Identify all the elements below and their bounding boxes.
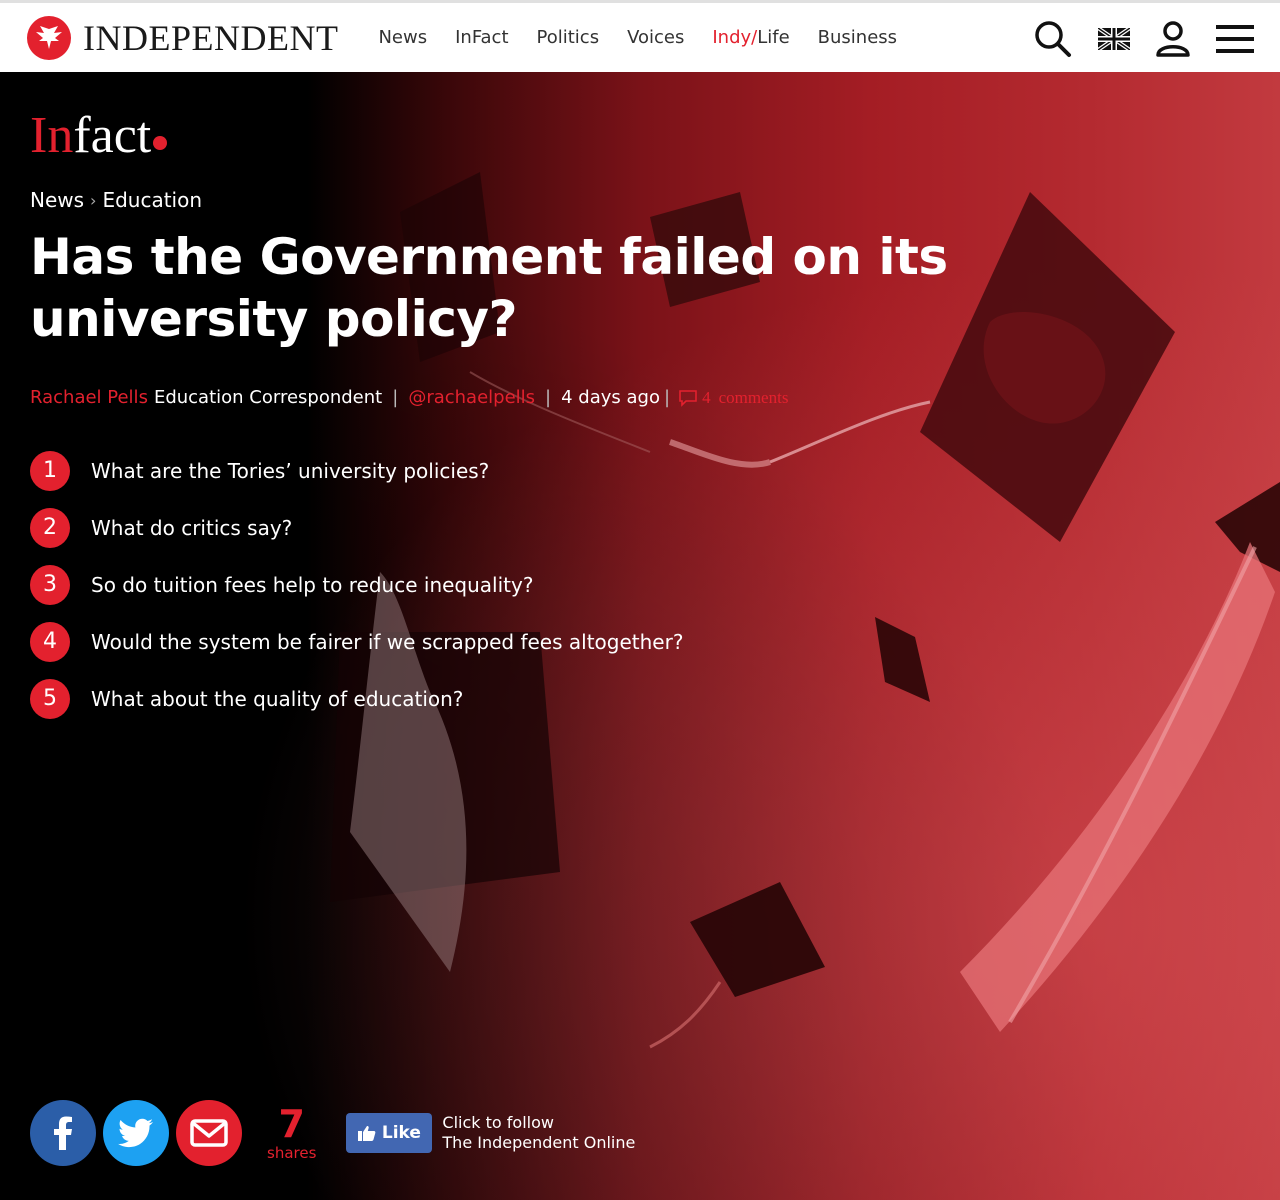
toc-item[interactable]: 2 What do critics say? xyxy=(30,499,683,556)
comment-label: comments xyxy=(718,387,789,407)
toc-number: 2 xyxy=(30,507,70,548)
search-icon[interactable] xyxy=(1034,20,1072,58)
nav-item-business[interactable]: Business xyxy=(818,27,897,48)
nav-item-indy-label: Indy/ xyxy=(712,27,758,48)
toc-item[interactable]: 3 So do tuition fees help to reduce ineq… xyxy=(30,556,683,613)
main-nav: News InFact Politics Voices Indy/Life Bu… xyxy=(378,27,925,48)
nav-item-news[interactable]: News xyxy=(378,27,427,48)
infact-wordmark-red: In xyxy=(30,107,74,164)
facebook-share-button[interactable] xyxy=(30,1100,96,1166)
nav-item-indy-life[interactable]: Indy/Life xyxy=(712,27,789,48)
toc-number: 5 xyxy=(30,678,70,719)
breadcrumb-education[interactable]: Education xyxy=(102,188,202,212)
comment-bubble-icon xyxy=(679,389,697,407)
email-icon xyxy=(190,1119,228,1147)
byline-divider: | xyxy=(545,387,552,408)
toc-question: What about the quality of education? xyxy=(91,686,464,711)
infact-logo-dot-icon xyxy=(153,136,168,150)
author-role: Education Correspondent xyxy=(153,387,383,408)
follow-prompt: Click to follow The Independent Online xyxy=(442,1113,635,1153)
toc-number: 1 xyxy=(30,450,70,491)
article-table-of-contents: 1 What are the Tories’ university polici… xyxy=(30,442,683,727)
toc-item[interactable]: 1 What are the Tories’ university polici… xyxy=(30,442,683,499)
nav-item-infact[interactable]: InFact xyxy=(455,27,508,48)
nav-item-politics[interactable]: Politics xyxy=(537,27,600,48)
byline-divider: | xyxy=(392,387,399,408)
author-name[interactable]: Rachael Pells xyxy=(30,387,148,408)
article-byline: Rachael Pells Education Correspondent | … xyxy=(30,387,788,408)
comments-link[interactable]: 4 comments xyxy=(678,388,788,408)
share-bar: 7 shares Like Click to follow The Indepe… xyxy=(30,1100,635,1166)
user-icon[interactable] xyxy=(1156,21,1190,57)
infact-wordmark-rest: fact xyxy=(73,107,152,164)
share-count-label: shares xyxy=(267,1144,317,1162)
follow-line-1: Click to follow xyxy=(442,1113,554,1132)
infact-logo[interactable]: Infact xyxy=(30,106,168,165)
toc-item[interactable]: 4 Would the system be fairer if we scrap… xyxy=(30,613,683,670)
twitter-handle[interactable]: @rachaelpells xyxy=(408,387,535,408)
eagle-logo-icon xyxy=(27,15,71,60)
facebook-like-button[interactable]: Like xyxy=(346,1113,433,1153)
share-count: 7 shares xyxy=(267,1104,316,1162)
brand-name: INDEPENDENT xyxy=(83,17,339,58)
uk-flag-icon[interactable] xyxy=(1098,28,1130,50)
infact-wordmark: Infact xyxy=(30,106,151,165)
publish-time: 4 days ago xyxy=(561,387,660,408)
top-navigation-bar: INDEPENDENT News InFact Politics Voices … xyxy=(0,0,1280,72)
twitter-icon xyxy=(118,1118,153,1148)
follow-line-2: The Independent Online xyxy=(442,1133,636,1152)
facebook-icon xyxy=(54,1116,72,1150)
article-hero: Infact News › Education Has the Governme… xyxy=(0,72,1280,1200)
toc-question: Would the system be fairer if we scrappe… xyxy=(91,629,684,654)
byline-divider: | xyxy=(663,387,671,408)
toc-item[interactable]: 5 What about the quality of education? xyxy=(30,670,683,727)
comment-count: 4 xyxy=(702,387,711,407)
breadcrumb-news[interactable]: News xyxy=(30,188,84,212)
nav-item-life-label: Life xyxy=(757,27,790,48)
twitter-share-button[interactable] xyxy=(103,1100,169,1166)
toc-question: So do tuition fees help to reduce inequa… xyxy=(91,572,534,597)
email-share-button[interactable] xyxy=(176,1100,242,1166)
site-logo[interactable]: INDEPENDENT xyxy=(27,15,339,60)
toc-number: 4 xyxy=(30,621,70,662)
article-headline: Has the Government failed on its univers… xyxy=(30,228,948,348)
share-count-number: 7 xyxy=(278,1102,305,1146)
breadcrumb-separator: › xyxy=(90,190,97,210)
thumbs-up-icon xyxy=(357,1126,376,1141)
breadcrumb: News › Education xyxy=(30,188,202,212)
menu-icon[interactable] xyxy=(1216,25,1254,53)
toc-question: What are the Tories’ university policies… xyxy=(91,458,490,483)
like-label: Like xyxy=(381,1123,421,1143)
header-icons xyxy=(1008,3,1254,75)
toc-question: What do critics say? xyxy=(91,515,293,540)
toc-number: 3 xyxy=(30,564,70,605)
nav-item-voices[interactable]: Voices xyxy=(627,27,684,48)
